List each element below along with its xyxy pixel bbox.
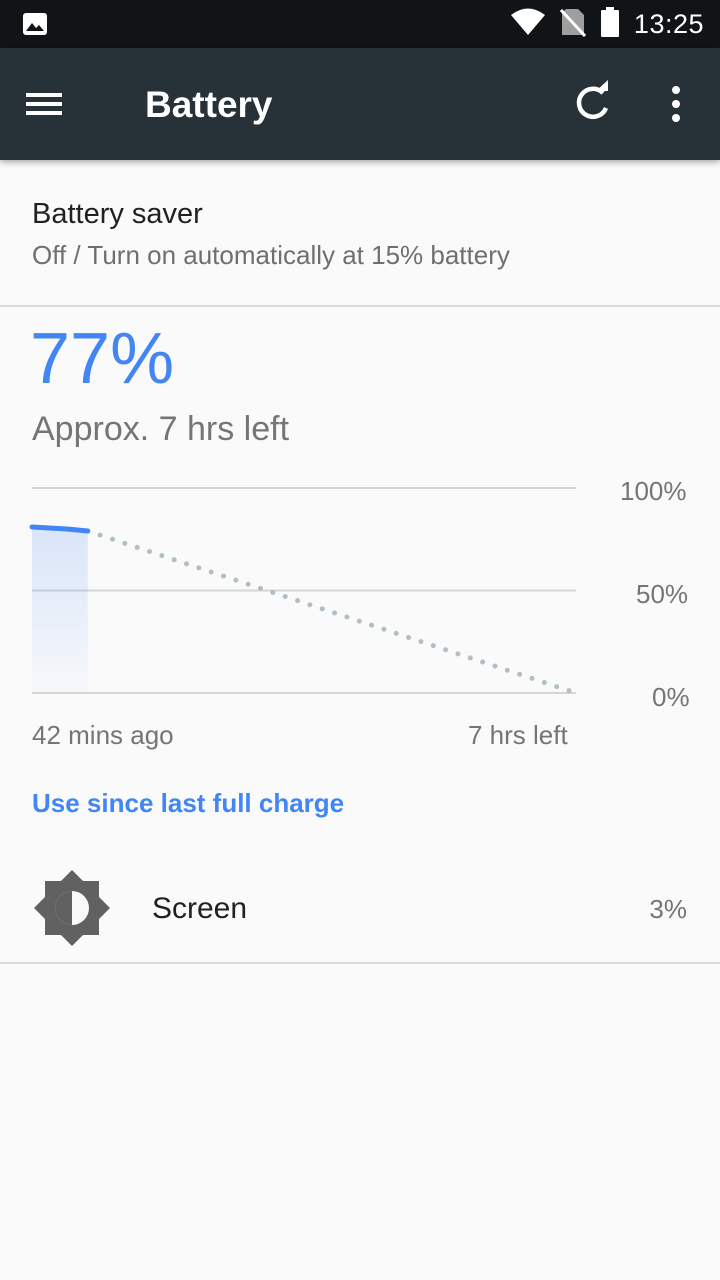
- image-notification-icon: [22, 12, 48, 41]
- x-label-start: 42 mins ago: [32, 720, 174, 750]
- clock: 13:25: [633, 8, 704, 39]
- wifi-icon: [510, 8, 546, 41]
- refresh-button[interactable]: [566, 78, 618, 130]
- y-tick-label: 0%: [652, 682, 690, 712]
- refresh-icon: [576, 80, 609, 119]
- y-tick-label: 100%: [620, 476, 687, 506]
- x-label-end: 7 hrs left: [468, 720, 568, 750]
- battery-icon: [600, 6, 620, 42]
- no-sim-icon: [559, 7, 587, 42]
- use-since-full-charge-link[interactable]: Use since last full charge: [32, 788, 344, 819]
- status-bar: 13:25: [0, 0, 720, 48]
- battery-saver-summary: Off / Turn on automatically at 15% batte…: [32, 240, 510, 270]
- history-area: [32, 526, 88, 693]
- usage-item-screen[interactable]: Screen 3%: [0, 852, 720, 964]
- menu-button[interactable]: [24, 82, 88, 126]
- battery-estimate: Approx. 7 hrs left: [32, 410, 290, 448]
- app-bar: Battery: [0, 48, 720, 160]
- usage-item-percent: 3%: [649, 894, 687, 924]
- battery-history-chart: [29, 487, 579, 696]
- y-tick-label: 50%: [636, 579, 689, 609]
- menu-icon: [26, 93, 62, 115]
- brightness-icon: [34, 870, 110, 946]
- battery-saver-row[interactable]: Battery saver Off / Turn on automaticall…: [0, 160, 720, 307]
- more-vert-icon: [672, 86, 680, 122]
- battery-saver-title: Battery saver: [32, 198, 203, 230]
- usage-item-label: Screen: [152, 892, 248, 925]
- more-options-button[interactable]: [654, 78, 698, 130]
- page-title: Battery: [145, 84, 273, 125]
- projection-line: [85, 528, 579, 696]
- battery-percent: 77%: [30, 319, 175, 399]
